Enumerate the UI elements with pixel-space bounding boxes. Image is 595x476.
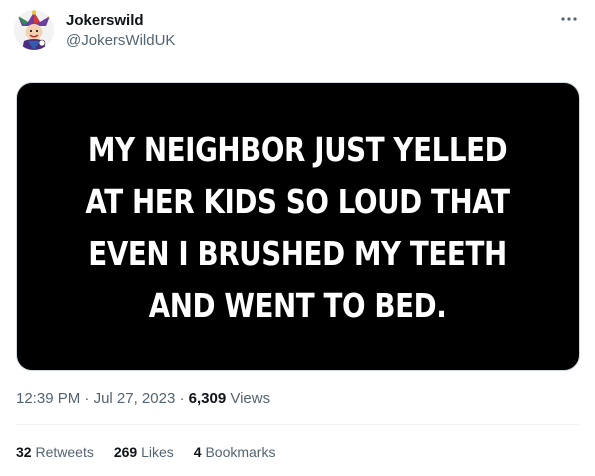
- tweet-date[interactable]: Jul 27, 2023: [94, 390, 176, 407]
- meme-text: MY NEIGHBOR JUST YELLED AT HER KIDS SO L…: [85, 124, 511, 332]
- likes-label: Likes: [141, 444, 174, 460]
- author-display-name[interactable]: Jokerswild: [66, 11, 175, 31]
- retweets-label: Retweets: [35, 444, 94, 460]
- tweet: Jokerswild @JokersWildUK MY NEIGHBOR JUS…: [0, 0, 595, 476]
- bookmarks-stat[interactable]: 4 Bookmarks: [194, 442, 276, 462]
- views-count: 6,309: [188, 390, 227, 407]
- retweets-stat[interactable]: 32 Retweets: [16, 442, 94, 462]
- tweet-stats: 32 Retweets 269 Likes 4 Bookmarks: [16, 442, 275, 462]
- likes-count: 269: [113, 444, 138, 460]
- meta-separator: ·: [179, 390, 185, 407]
- author-handle[interactable]: @JokersWildUK: [66, 31, 175, 51]
- tweet-time[interactable]: 12:39 PM: [16, 390, 80, 407]
- jester-avatar-icon: [14, 10, 54, 50]
- bookmarks-label: Bookmarks: [205, 444, 276, 460]
- meme-line: AND WENT TO BED.: [149, 285, 447, 325]
- divider: [16, 424, 579, 425]
- tweet-meta: 12:39 PM · Jul 27, 2023 · 6,309 Views: [16, 389, 270, 409]
- retweets-count: 32: [16, 444, 32, 460]
- views-label: Views: [230, 390, 271, 407]
- meme-line: AT HER KIDS SO LOUD THAT: [85, 181, 511, 221]
- meta-separator: ·: [84, 390, 90, 407]
- author-block: Jokerswild @JokersWildUK: [66, 11, 175, 51]
- tweet-media-image[interactable]: MY NEIGHBOR JUST YELLED AT HER KIDS SO L…: [16, 82, 580, 371]
- bookmarks-count: 4: [193, 444, 202, 460]
- likes-stat[interactable]: 269 Likes: [114, 442, 174, 462]
- meme-line: EVEN I BRUSHED MY TEETH: [88, 233, 508, 273]
- avatar[interactable]: [14, 10, 54, 50]
- more-options-button[interactable]: [557, 10, 581, 28]
- meme-line: MY NEIGHBOR JUST YELLED: [88, 129, 508, 169]
- ellipsis-horizontal-icon: [561, 17, 577, 21]
